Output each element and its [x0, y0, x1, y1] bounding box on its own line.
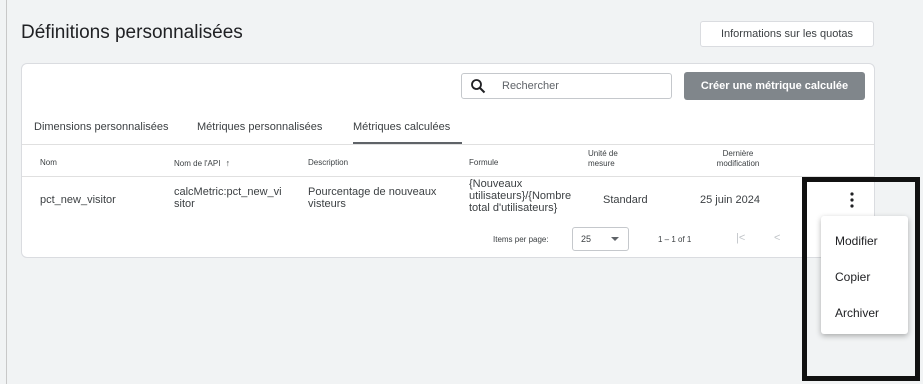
menu-item-modify[interactable]: Modifier	[835, 234, 878, 248]
quota-info-button[interactable]: Informations sur les quotas	[700, 21, 874, 47]
active-tab-indicator	[353, 142, 462, 144]
tab-bar: Dimensions personnalisées Métriques pers…	[22, 111, 874, 145]
cell-description: Pourcentage de nouveaux visteurs	[308, 186, 437, 210]
column-header-name[interactable]: Nom	[40, 158, 57, 168]
search-icon	[471, 79, 486, 94]
menu-item-copy[interactable]: Copier	[835, 270, 870, 284]
search-placeholder: Rechercher	[502, 80, 559, 92]
column-header-api-name[interactable]: Nom de l'API ↑	[174, 158, 230, 169]
row-actions-menu: Modifier Copier Archiver	[821, 216, 908, 334]
chevron-left-icon[interactable]: <	[774, 232, 780, 244]
cell-api-name: calcMetric:pct_new_vi sitor	[174, 186, 282, 210]
column-header-unit[interactable]: Unité de mesure	[588, 149, 618, 169]
items-per-page-value: 25	[581, 234, 592, 244]
cell-unit: Standard	[603, 194, 648, 206]
items-per-page-label: Items per page:	[493, 235, 549, 244]
column-header-formula[interactable]: Formule	[469, 158, 498, 168]
page-range: 1 – 1 of 1	[658, 235, 692, 244]
page: Définitions personnalisées Informations …	[6, 0, 923, 384]
create-calculated-metric-button[interactable]: Créer une métrique calculée	[684, 72, 865, 100]
search-input[interactable]: Rechercher	[461, 73, 672, 99]
tab-custom-dimensions[interactable]: Dimensions personnalisées	[34, 121, 169, 133]
column-header-last-modified[interactable]: Dernière modification	[702, 149, 774, 169]
column-header-description[interactable]: Description	[308, 158, 348, 168]
items-per-page-select[interactable]: 25	[572, 227, 629, 251]
cell-name: pct_new_visitor	[40, 194, 116, 206]
column-header-api-name-label: Nom de l'API	[174, 159, 221, 168]
dropdown-caret-icon	[611, 237, 619, 241]
menu-item-archive[interactable]: Archiver	[835, 306, 879, 320]
sort-ascending-icon: ↑	[225, 158, 231, 168]
calculated-metrics-card: Rechercher Créer une métrique calculée D…	[21, 63, 875, 258]
page-title: Définitions personnalisées	[21, 22, 243, 43]
first-page-icon[interactable]: |<	[736, 232, 745, 244]
cell-formula: {Nouveaux utilisateurs}/{Nombre total d'…	[469, 178, 572, 214]
tab-custom-metrics[interactable]: Métriques personnalisées	[197, 121, 322, 133]
tab-calculated-metrics[interactable]: Métriques calculées	[353, 121, 450, 133]
header-divider	[22, 176, 874, 177]
cell-last-modified: 25 juin 2024	[700, 194, 760, 206]
